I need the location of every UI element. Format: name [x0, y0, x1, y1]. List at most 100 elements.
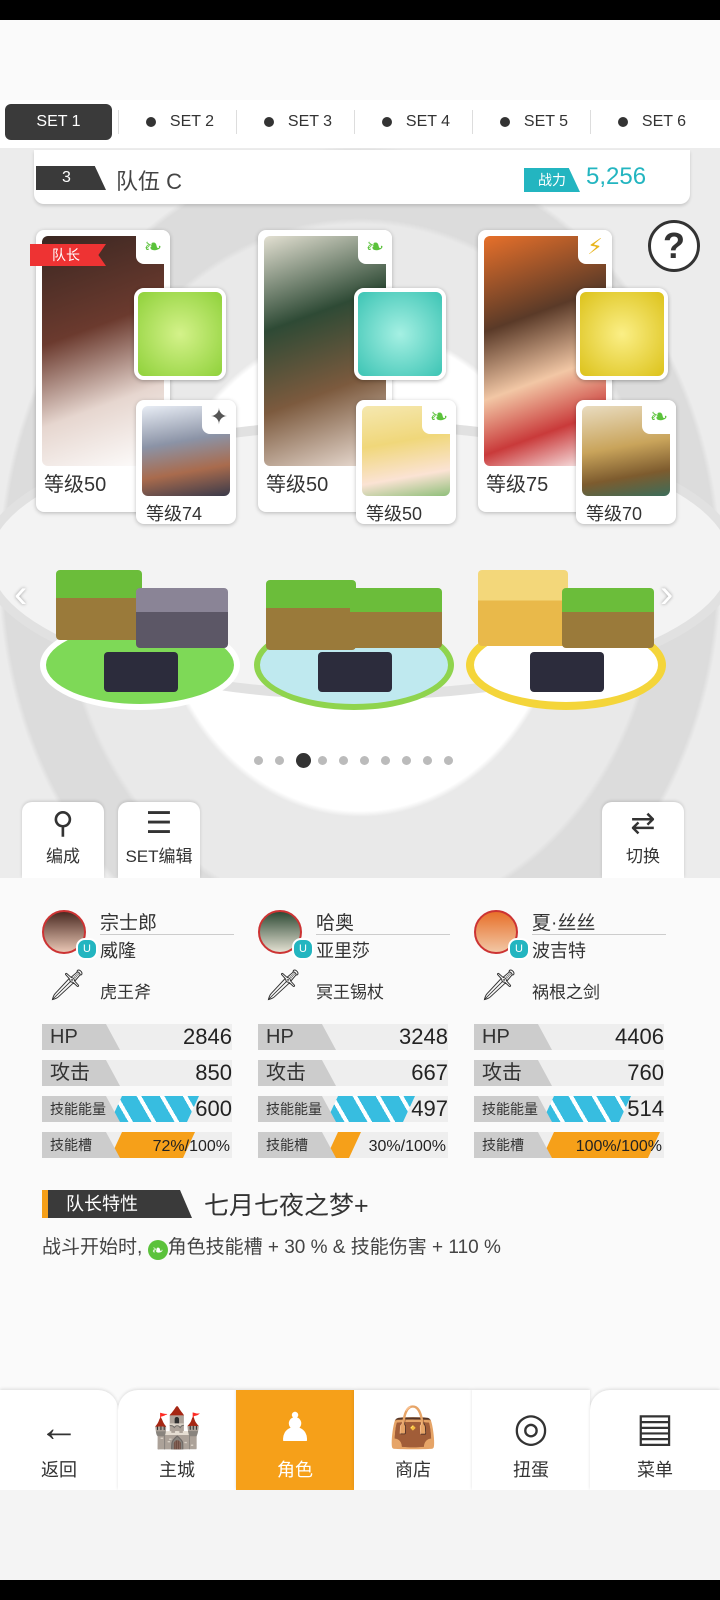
- hp-row: HP 2846: [42, 1024, 232, 1050]
- tab-set-1[interactable]: SET 1: [5, 104, 112, 140]
- tab-dot-icon: [499, 116, 510, 127]
- page-dot[interactable]: [423, 756, 432, 765]
- stats-panel: U 宗士郎 威隆 🗡 虎王斧 HP 2846 攻击 850 技能能量 600 技能槽 7…: [0, 878, 720, 1390]
- page-dot[interactable]: [318, 756, 327, 765]
- switch-icon: ⇄: [630, 807, 656, 840]
- lightning-icon: ⚡: [578, 230, 612, 264]
- hp-value: 2846: [183, 1024, 232, 1049]
- character-level: 等级75: [486, 474, 549, 496]
- nav-label: 主城: [159, 1460, 195, 1480]
- character-name: 哈奥: [316, 913, 355, 934]
- page-dot[interactable]: [296, 753, 311, 768]
- page-dot[interactable]: [381, 756, 390, 765]
- tab-dot-icon: [145, 116, 156, 127]
- sub-character-card-1[interactable]: ✦ 等级74: [136, 400, 236, 524]
- leaf-icon: ❧: [422, 400, 456, 434]
- star-icon: ✦: [202, 400, 236, 434]
- terrain-block: [350, 588, 442, 648]
- formation-button[interactable]: ⚲ 编成: [22, 802, 104, 878]
- character-level: 等级50: [266, 474, 329, 496]
- shop-icon: 👜: [388, 1406, 438, 1450]
- page-dot[interactable]: [275, 756, 284, 765]
- terrain-block: [56, 570, 142, 640]
- page-dot[interactable]: [402, 756, 411, 765]
- weapon-slot-axe-icon[interactable]: [134, 288, 226, 380]
- tab-divider: [118, 110, 119, 134]
- page-dot[interactable]: [360, 756, 369, 765]
- gauge-row: 技能槽 100%/100%: [474, 1132, 664, 1158]
- system-nav-bar: [0, 1580, 720, 1600]
- team-name[interactable]: 队伍 C: [116, 164, 182, 196]
- divider: [100, 934, 234, 935]
- sub-character-card-2[interactable]: ❧ 等级50: [356, 400, 456, 524]
- page-dot[interactable]: [254, 756, 263, 765]
- leader-trait-stripe: [42, 1190, 48, 1218]
- nav-label: 扭蛋: [513, 1460, 549, 1480]
- trait-desc-prefix: 战斗开始时,: [42, 1237, 143, 1258]
- energy-value: 514: [627, 1096, 664, 1121]
- sub-character-name: 亚里莎: [316, 941, 370, 961]
- nav-shop[interactable]: 👜 商店: [354, 1390, 472, 1490]
- gauge-row: 技能槽 30%/100%: [258, 1132, 448, 1158]
- tab-divider: [354, 110, 355, 134]
- hp-value: 3248: [399, 1024, 448, 1049]
- castle-icon: 🏰: [152, 1406, 202, 1450]
- nav-label: 菜单: [637, 1460, 673, 1480]
- divider: [316, 934, 450, 935]
- gacha-icon: ◎: [513, 1406, 549, 1450]
- unit-platform-3[interactable]: [466, 560, 666, 710]
- weapon-slot-sword-icon[interactable]: [576, 288, 668, 380]
- energy-value: 600: [195, 1096, 232, 1121]
- set-edit-button[interactable]: ☰ SET编辑: [118, 802, 200, 878]
- leaf-icon: ❧: [147, 1240, 168, 1260]
- page-indicator: [254, 752, 454, 768]
- formation-icon: ⚲: [52, 807, 74, 840]
- character-icon: ♟: [277, 1406, 313, 1450]
- switch-button[interactable]: ⇄ 切换: [602, 802, 684, 878]
- tab-set-2[interactable]: SET 2: [126, 104, 234, 140]
- tab-set-4[interactable]: SET 4: [362, 104, 470, 140]
- tab-divider: [236, 110, 237, 134]
- sub-character-level: 等级50: [366, 504, 423, 524]
- page-dot[interactable]: [444, 756, 453, 765]
- atk-value: 850: [195, 1060, 232, 1085]
- leader-badge: 队长: [30, 244, 106, 266]
- nav-character[interactable]: ♟ 角色: [236, 1390, 354, 1490]
- tab-set-6[interactable]: SET 6: [598, 104, 706, 140]
- u-badge-icon: U: [292, 938, 314, 960]
- weapon-icon: 🗡: [264, 969, 303, 1002]
- tab-label: SET 5: [523, 113, 569, 130]
- menu-icon: ▤: [636, 1406, 674, 1450]
- nav-main-city[interactable]: 🏰 主城: [118, 1390, 236, 1490]
- nav-gacha[interactable]: ◎ 扭蛋: [472, 1390, 590, 1490]
- chevron-right-icon[interactable]: ›: [660, 572, 673, 617]
- terrain-block: [266, 580, 356, 650]
- pedestal: [318, 652, 392, 692]
- tab-dot-icon: [263, 116, 274, 127]
- nav-menu[interactable]: ▤ 菜单: [590, 1390, 720, 1490]
- chevron-left-icon[interactable]: ‹: [14, 572, 27, 617]
- list-icon: ☰: [145, 807, 173, 840]
- switch-label: 切换: [626, 847, 660, 866]
- leaf-icon: ❧: [358, 230, 392, 264]
- weapon-icon: 🗡: [48, 969, 87, 1002]
- divider: [532, 934, 666, 935]
- nav-label: 返回: [41, 1460, 77, 1480]
- nav-back[interactable]: ← 返回: [0, 1390, 118, 1490]
- sub-character-level: 等级74: [146, 504, 203, 524]
- tab-set-5[interactable]: SET 5: [480, 104, 588, 140]
- unit-platform-1[interactable]: [40, 560, 240, 710]
- terrain-block: [562, 588, 654, 648]
- weapon-slot-staff-icon[interactable]: [354, 288, 446, 380]
- sub-character-card-3[interactable]: ❧ 等级70: [576, 400, 676, 524]
- page-dot[interactable]: [339, 756, 348, 765]
- hp-row: HP 3248: [258, 1024, 448, 1050]
- tab-set-3[interactable]: SET 3: [244, 104, 352, 140]
- energy-row: 技能能量 514: [474, 1096, 664, 1122]
- tab-label: SET 1: [36, 113, 81, 130]
- set-tab-bar: SET 1 SET 2 SET 3 SET 4 SET 5 SET 6: [0, 100, 720, 148]
- bottom-nav: ← 返回 🏰 主城 ♟ 角色 👜 商店 ◎ 扭蛋 ▤ 菜单: [0, 1390, 720, 1490]
- atk-value: 667: [411, 1060, 448, 1085]
- help-icon[interactable]: ?: [648, 220, 700, 272]
- unit-platform-2[interactable]: [254, 560, 454, 710]
